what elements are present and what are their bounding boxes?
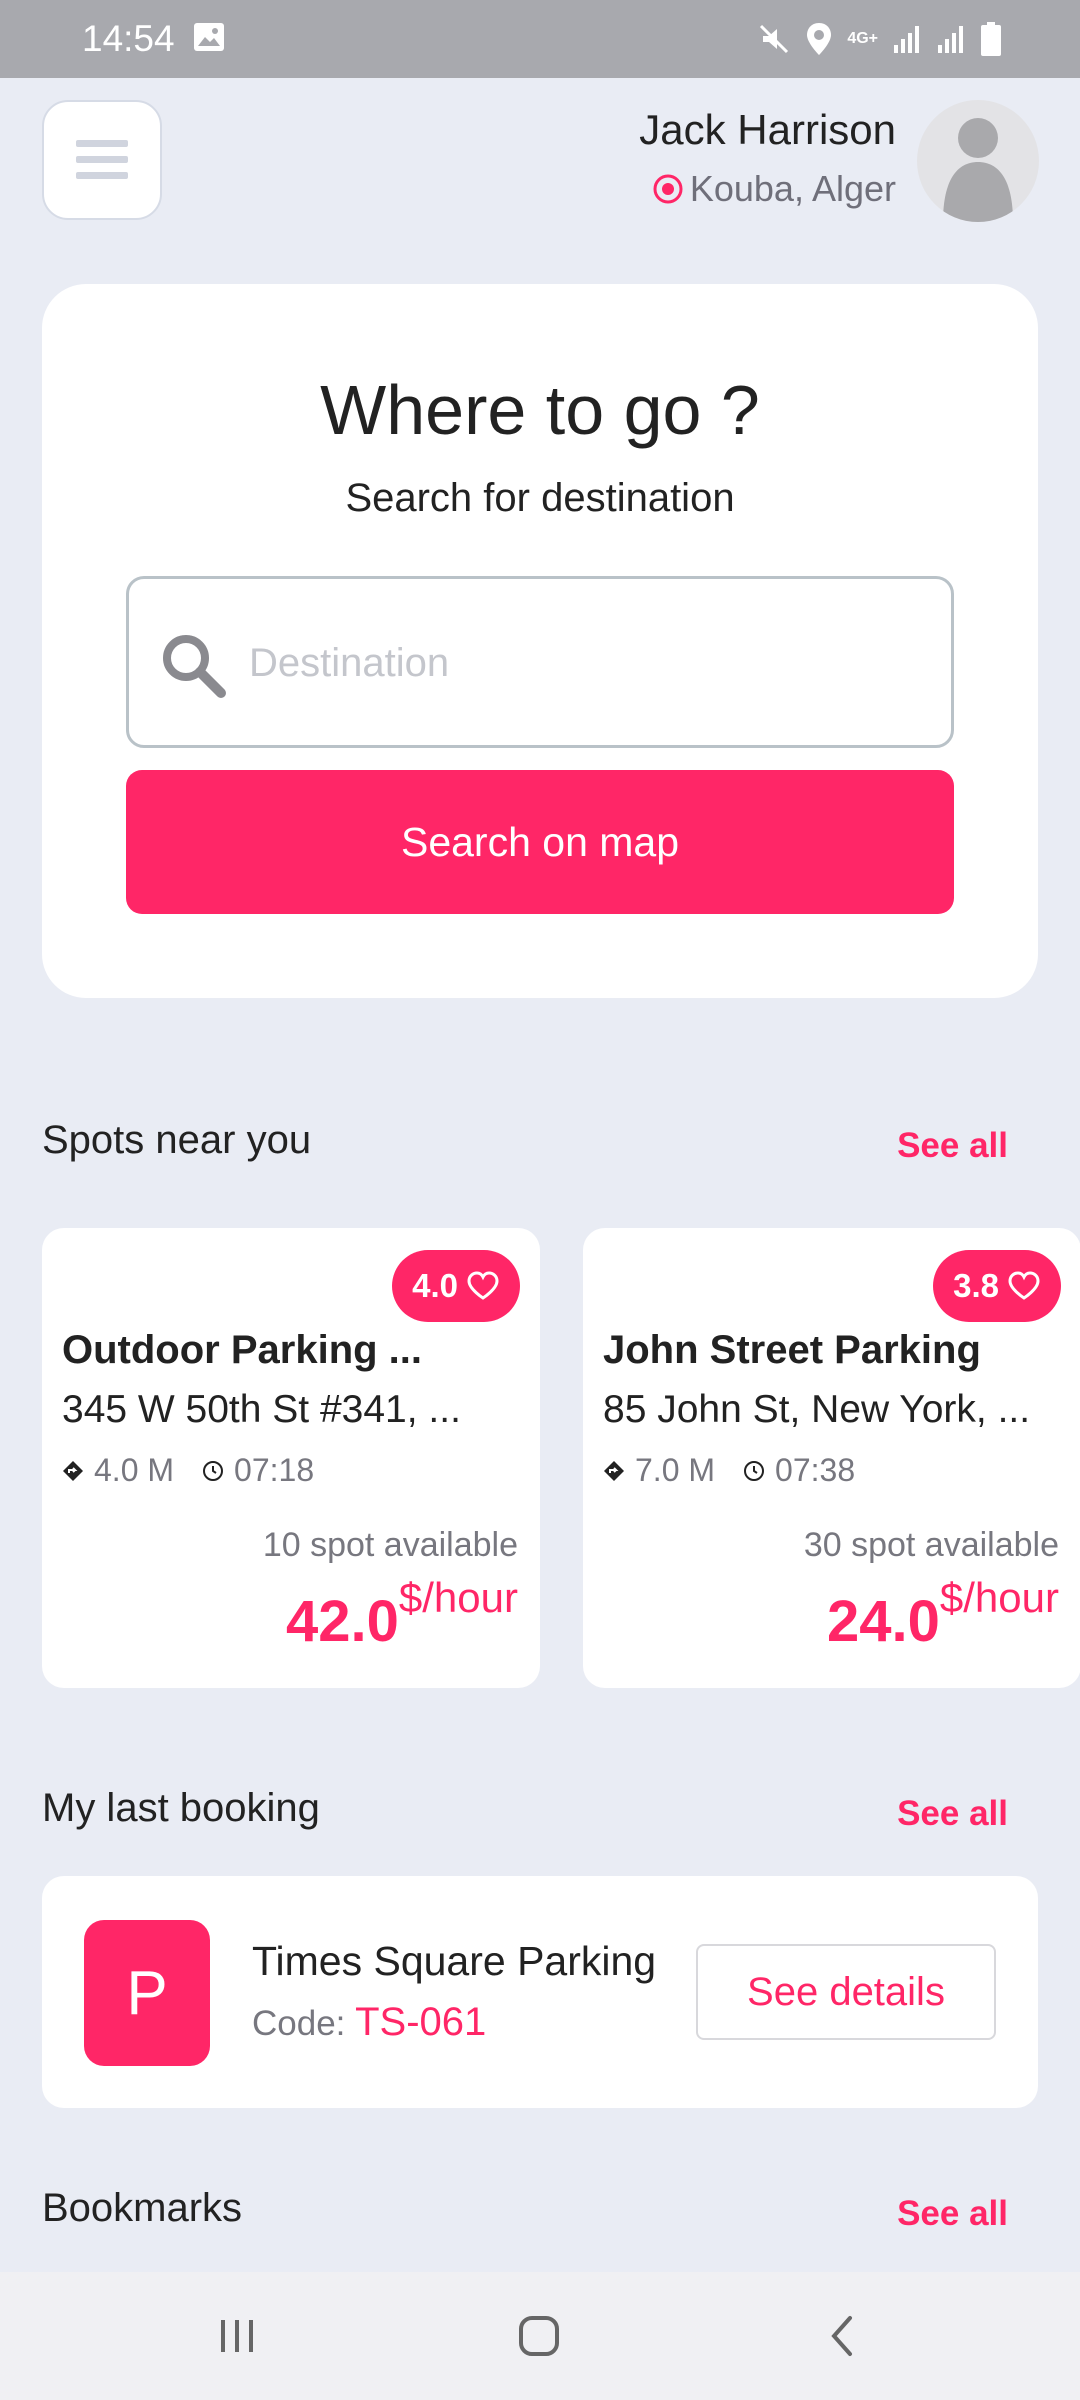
price-unit: $/hour	[398, 1574, 518, 1621]
spot-price: 42.0 $/hour	[286, 1574, 518, 1655]
rating-badge[interactable]: 4.0	[392, 1250, 520, 1322]
clock-icon	[203, 1460, 224, 1481]
spot-distance: 7.0 M	[635, 1452, 716, 1488]
booking-code: Code: TS-061	[252, 2000, 486, 2045]
location-label: Kouba, Alger	[689, 168, 896, 209]
spot-time: 07:38	[775, 1452, 856, 1488]
search-title: Where to go ?	[320, 371, 760, 449]
spot-meta: 4.0 M 07:18	[62, 1452, 314, 1489]
rating-value: 4.0	[412, 1267, 458, 1304]
spot-distance: 4.0 M	[94, 1452, 175, 1488]
spot-meta: 7.0 M 07:38	[603, 1452, 855, 1489]
recent-apps-button[interactable]	[192, 2304, 282, 2368]
home-button[interactable]	[494, 2304, 584, 2368]
search-card: Where to go ? Search for destination Sea…	[42, 284, 1038, 998]
spots-section-title: Spots near you	[42, 1118, 312, 1162]
spot-name: John Street Parking	[603, 1328, 981, 1372]
booking-section-title: My last booking	[42, 1786, 320, 1830]
image-icon	[194, 23, 224, 51]
directions-icon	[63, 1460, 83, 1481]
spot-availability: 30 spot available	[803, 1526, 1059, 1564]
booking-card: P Times Square Parking Code: TS-061 See …	[42, 1876, 1038, 2108]
booking-code-label: Code:	[252, 2004, 356, 2043]
price-value: 24.0	[827, 1589, 940, 1654]
booking-see-all-link[interactable]: See all	[897, 1794, 1008, 1834]
directions-icon	[604, 1460, 624, 1481]
rating-value: 3.8	[953, 1267, 999, 1304]
clock-icon	[744, 1460, 765, 1481]
spot-price: 24.0 $/hour	[827, 1574, 1059, 1655]
search-icon	[163, 635, 226, 698]
heart-icon	[467, 1271, 499, 1300]
battery-icon	[981, 22, 1001, 56]
user-name: Jack Harrison	[639, 106, 896, 153]
spot-address: 85 John St, New York, ...	[603, 1388, 1031, 1431]
home-icon	[519, 2316, 559, 2356]
search-on-map-button[interactable]: Search on map	[126, 770, 954, 914]
spot-address: 345 W 50th St #341, ...	[62, 1388, 461, 1431]
spots-see-all-link[interactable]: See all	[897, 1126, 1008, 1166]
avatar[interactable]	[917, 100, 1039, 222]
booking-name: Times Square Parking	[252, 1938, 657, 1984]
menu-button[interactable]	[42, 100, 162, 220]
destination-input[interactable]	[249, 619, 929, 707]
back-button[interactable]	[796, 2304, 886, 2368]
bookmarks-section-title: Bookmarks	[42, 2186, 243, 2230]
search-subtitle: Search for destination	[345, 476, 735, 520]
rating-badge[interactable]: 3.8	[933, 1250, 1061, 1322]
heart-icon	[1008, 1271, 1040, 1300]
parking-logo: P	[84, 1920, 210, 2066]
signal-icon	[938, 26, 963, 53]
person-placeholder-icon	[943, 118, 1013, 222]
hamburger-icon	[76, 140, 128, 179]
price-unit: $/hour	[939, 1574, 1059, 1621]
price-value: 42.0	[286, 1589, 399, 1654]
location-icon	[807, 23, 832, 55]
mute-icon	[760, 24, 789, 54]
spot-time: 07:18	[234, 1452, 315, 1488]
recent-apps-icon	[221, 2320, 253, 2352]
spot-card[interactable]: 4.0 Outdoor Parking ... 345 W 50th St #3…	[42, 1228, 540, 1688]
booking-code-value: TS-061	[355, 2000, 487, 2044]
spot-availability: 10 spot available	[262, 1526, 518, 1564]
see-details-button[interactable]: See details	[696, 1944, 996, 2040]
status-icons: 4G+	[757, 18, 1002, 60]
signal-icon	[894, 26, 919, 53]
navigation-bar	[0, 2272, 1080, 2400]
destination-field[interactable]	[126, 576, 954, 748]
spot-name: Outdoor Parking ...	[62, 1328, 423, 1372]
spot-card[interactable]: 3.8 John Street Parking 85 John St, New …	[583, 1228, 1080, 1688]
back-icon	[831, 2316, 852, 2356]
network-type: 4G+	[847, 30, 878, 47]
status-bar: 14:54 4G+	[0, 0, 1080, 78]
location-target-icon	[653, 174, 683, 204]
user-location[interactable]: Kouba, Alger	[652, 168, 896, 210]
status-time: 14:54	[82, 18, 175, 59]
bookmarks-see-all-link[interactable]: See all	[897, 2194, 1008, 2234]
